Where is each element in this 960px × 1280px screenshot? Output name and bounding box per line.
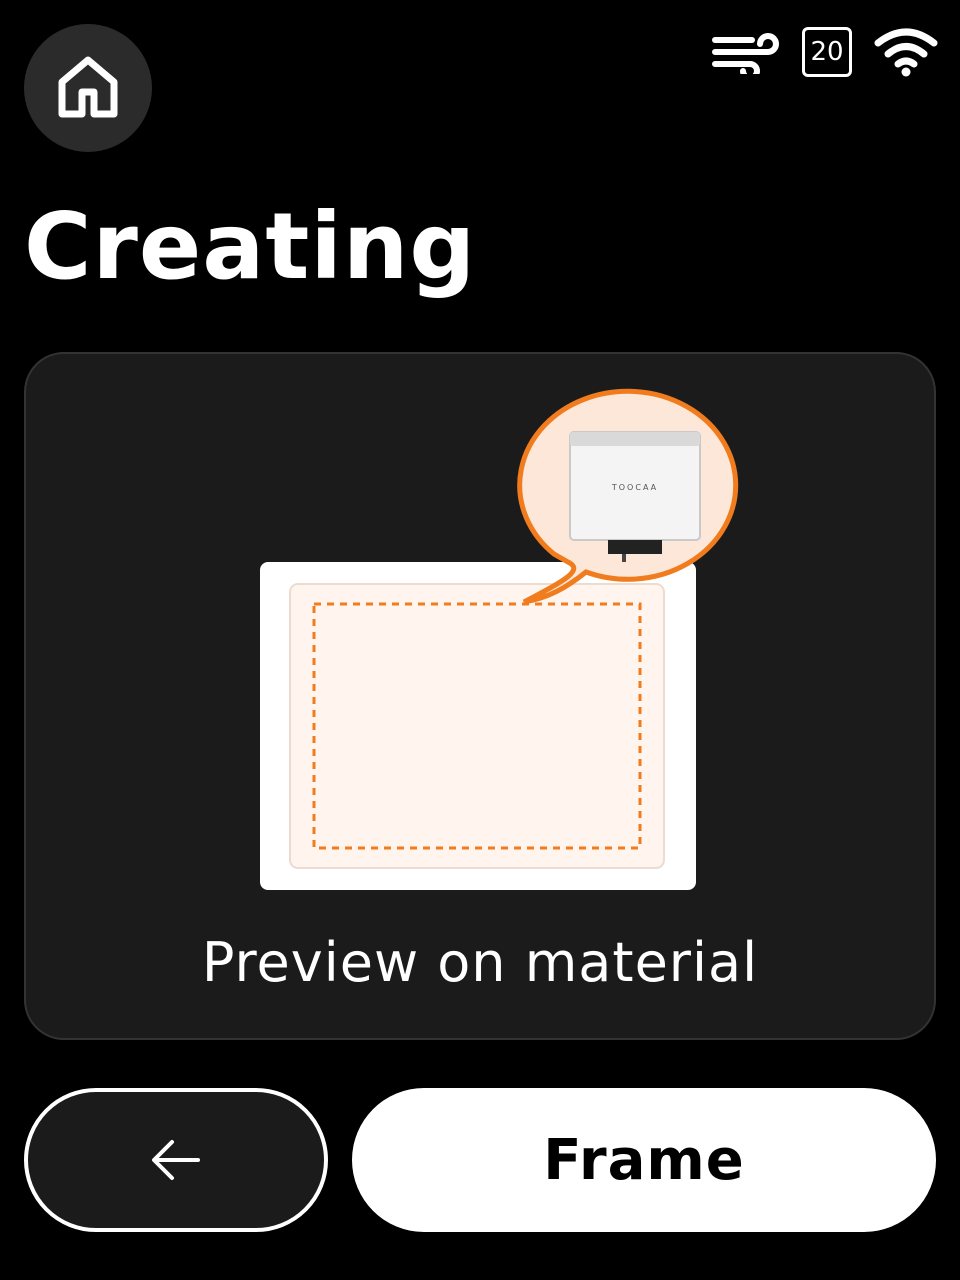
wifi-icon <box>874 28 938 77</box>
preview-caption: Preview on material <box>201 931 759 994</box>
preview-card: TOOCAA Preview on material <box>24 352 936 1040</box>
fan-airflow-icon <box>712 33 779 74</box>
material-preview-illustration: TOOCAA <box>260 388 739 890</box>
home-button[interactable] <box>24 24 152 152</box>
frame-button[interactable]: Frame <box>352 1088 936 1232</box>
arrow-left-icon <box>152 1140 200 1180</box>
home-icon <box>58 56 118 118</box>
material-sheet <box>289 583 665 869</box>
page-title: Creating <box>24 193 477 300</box>
back-button[interactable] <box>24 1088 328 1232</box>
status-bar: 20 <box>712 22 938 82</box>
device-logo: TOOCAA <box>611 483 658 492</box>
temperature-badge: 20 <box>802 27 852 77</box>
